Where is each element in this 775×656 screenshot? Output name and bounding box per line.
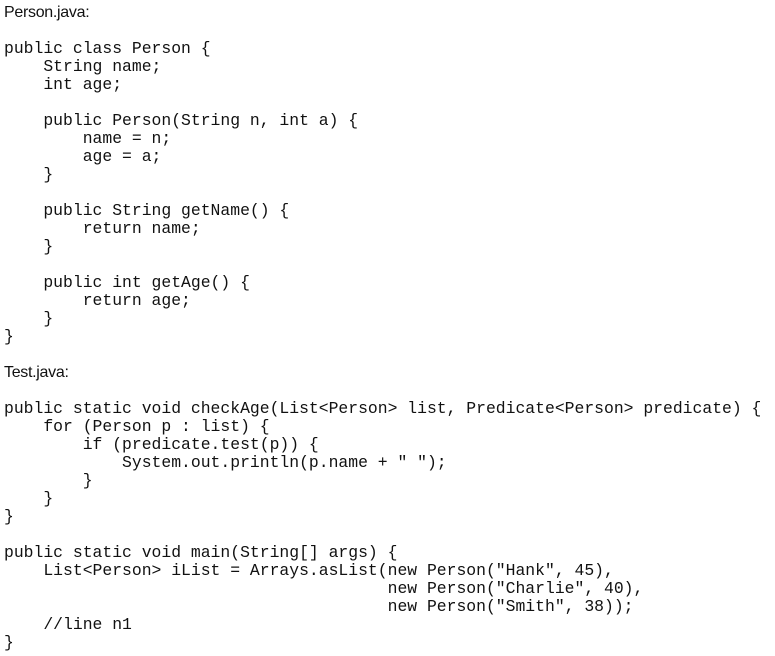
code-line: }	[4, 237, 54, 256]
code-line: System.out.println(p.name + " ");	[4, 453, 447, 472]
code-line: }	[4, 507, 14, 526]
code-line: name = n;	[4, 129, 172, 148]
code-line: }	[4, 327, 14, 346]
code-line: if (predicate.test(p)) {	[4, 435, 319, 454]
code-line: public class Person {	[4, 39, 211, 58]
code-line: int age;	[4, 75, 123, 94]
code-line: public static void checkAge(List<Person>…	[4, 399, 762, 418]
code-line: public String getName() {	[4, 201, 290, 220]
code-line: List<Person> iList = Arrays.asList(new P…	[4, 561, 614, 580]
person-java-title: Person.java:	[4, 4, 90, 21]
code-line: age = a;	[4, 147, 162, 166]
code-line: for (Person p : list) {	[4, 417, 270, 436]
person-java-code: public class Person { String name; int a…	[4, 40, 358, 346]
code-line: }	[4, 633, 14, 652]
code-line: }	[4, 489, 54, 508]
code-line: String name;	[4, 57, 162, 76]
test-java-code: public static void checkAge(List<Person>…	[4, 400, 761, 652]
code-line: public Person(String n, int a) {	[4, 111, 359, 130]
code-line: new Person("Smith", 38));	[4, 597, 634, 616]
code-line: //line n1	[4, 615, 132, 634]
code-line: new Person("Charlie", 40),	[4, 579, 644, 598]
test-java-title: Test.java:	[4, 364, 69, 381]
code-line: public static void main(String[] args) {	[4, 543, 398, 562]
code-line: return age;	[4, 291, 191, 310]
code-line: return name;	[4, 219, 201, 238]
code-line: public int getAge() {	[4, 273, 250, 292]
code-line: }	[4, 471, 93, 490]
code-line: }	[4, 165, 54, 184]
code-line: }	[4, 309, 54, 328]
